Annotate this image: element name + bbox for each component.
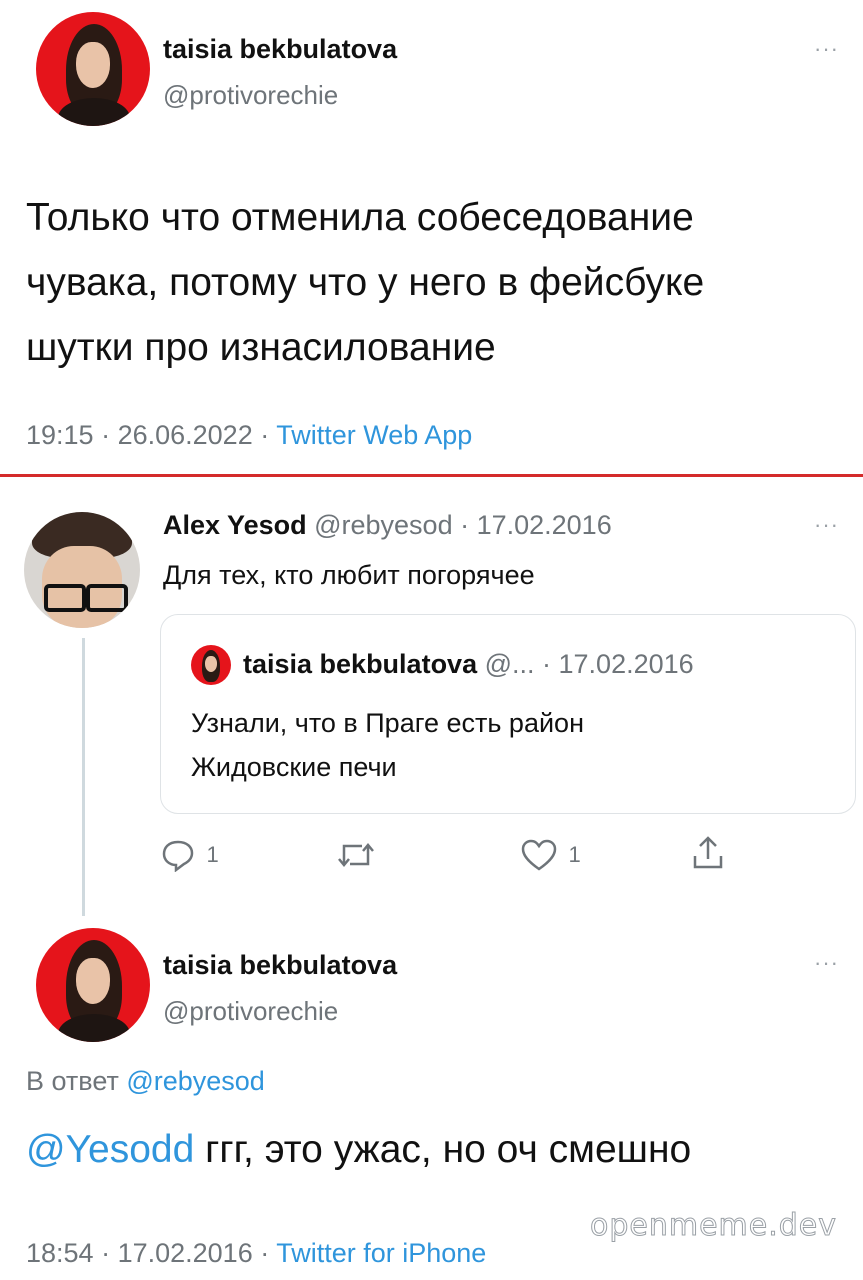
- retweet-icon: [338, 843, 374, 867]
- avatar[interactable]: [36, 12, 150, 126]
- tweet-text: Только что отменила собеседование чувака…: [26, 185, 704, 380]
- tweet-time[interactable]: 18:54: [26, 1238, 94, 1268]
- reply-header: Alex Yesod @rebyesod · 17.02.2016: [163, 510, 612, 541]
- author-handle-date: @... · 17.02.2016: [484, 649, 694, 679]
- like-action[interactable]: 1: [520, 838, 581, 874]
- mention-link[interactable]: @Yesodd: [26, 1128, 194, 1171]
- quoted-tweet-card[interactable]: taisia bekbulatova @... · 17.02.2016 Узн…: [160, 614, 856, 814]
- tweet-text: @Yesodd ггг, это ужас, но оч смешно: [26, 1128, 691, 1172]
- quoted-header: taisia bekbulatova @... · 17.02.2016: [243, 649, 694, 680]
- reply-to-link[interactable]: @rebyesod: [126, 1066, 264, 1096]
- reply-to-prefix: В ответ: [26, 1066, 119, 1096]
- more-icon[interactable]: ···: [814, 512, 839, 538]
- reply-icon: [162, 840, 194, 873]
- author-name[interactable]: Alex Yesod: [163, 510, 307, 540]
- quoted-text-line: Жидовские печи: [191, 752, 397, 782]
- quoted-text-line: Узнали, что в Праге есть район: [191, 708, 584, 738]
- watermark: openmeme.dev: [589, 1208, 838, 1244]
- tweet-date[interactable]: 17.02.2016: [118, 1238, 253, 1268]
- tweet-meta: 19:15 · 26.06.2022 · Twitter Web App: [26, 420, 473, 450]
- glasses-icon: [44, 584, 86, 612]
- more-icon[interactable]: ···: [814, 950, 839, 976]
- share-action[interactable]: [690, 834, 726, 877]
- tweet-time[interactable]: 19:15: [26, 420, 94, 450]
- reply-text: Для тех, кто любит погорячее: [163, 560, 535, 590]
- author-name: taisia bekbulatova: [243, 649, 478, 679]
- more-icon[interactable]: ···: [814, 36, 839, 62]
- share-icon: [693, 836, 723, 869]
- thread-line: [82, 638, 85, 916]
- reply-action[interactable]: 1: [160, 838, 219, 874]
- tweet-source-link[interactable]: Twitter for iPhone: [276, 1238, 486, 1268]
- quoted-text: Узнали, что в Праге есть район Жидовские…: [191, 701, 584, 789]
- divider: [0, 474, 863, 477]
- reply-count: 1: [206, 842, 219, 867]
- avatar: [191, 645, 231, 685]
- tweet-meta: 18:54 · 17.02.2016 · Twitter for iPhone: [26, 1238, 487, 1268]
- author-handle[interactable]: @protivorechie: [163, 996, 338, 1027]
- avatar[interactable]: [36, 928, 150, 1042]
- avatar[interactable]: [24, 512, 140, 628]
- tweet-text-line: чувака, потому что у него в фейсбуке: [26, 261, 705, 304]
- tweet-text-body: ггг, это ужас, но оч смешно: [194, 1128, 692, 1171]
- heart-icon: [521, 839, 557, 871]
- tweet-source-link[interactable]: Twitter Web App: [276, 420, 472, 450]
- tweet-text-line: Только что отменила собеседование: [26, 196, 694, 239]
- author-handle[interactable]: @protivorechie: [163, 80, 338, 111]
- tweet-text-line: шутки про изнасилование: [26, 326, 496, 369]
- author-handle-date[interactable]: @rebyesod · 17.02.2016: [314, 510, 612, 540]
- like-count: 1: [568, 842, 581, 867]
- reply-to-line: В ответ @rebyesod: [26, 1066, 265, 1097]
- author-name[interactable]: taisia bekbulatova: [163, 34, 397, 65]
- author-name[interactable]: taisia bekbulatova: [163, 950, 397, 981]
- tweet-date[interactable]: 26.06.2022: [118, 420, 253, 450]
- retweet-action[interactable]: [336, 838, 376, 877]
